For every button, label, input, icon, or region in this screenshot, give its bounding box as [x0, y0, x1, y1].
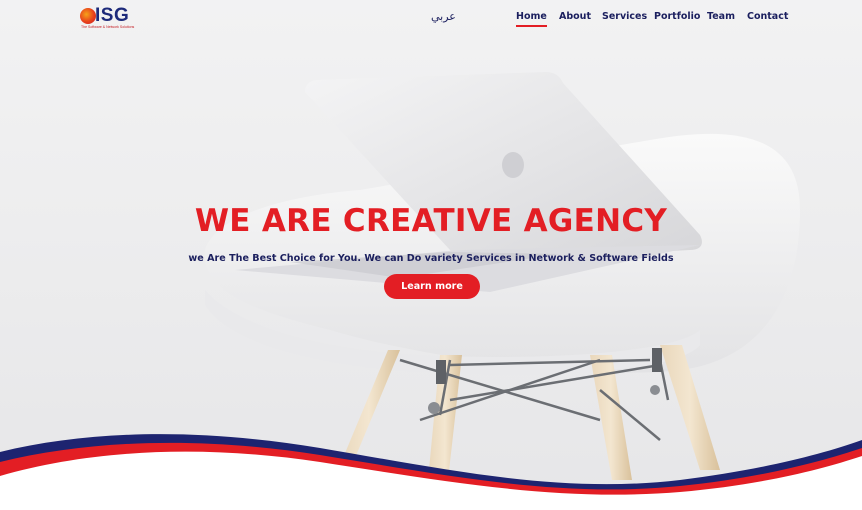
logo-globe-icon [80, 8, 96, 24]
nav-item-portfolio[interactable]: Portfolio [654, 11, 700, 22]
brand-name: ISG [95, 5, 130, 26]
brand-tagline: The Software & Network Solutions [81, 25, 135, 29]
nav-item-home[interactable]: Home [516, 11, 547, 27]
landing-page: ISG The Software & Network Solutions عرب… [0, 0, 862, 510]
hero-subtitle: we Are The Best Choice for You. We can D… [188, 253, 674, 264]
top-navbar: ISG The Software & Network Solutions عرب… [0, 0, 862, 36]
brand-logo[interactable]: ISG The Software & Network Solutions [80, 5, 140, 30]
laptop-logo [502, 152, 524, 178]
nav-item-team[interactable]: Team [707, 11, 735, 22]
nav-item-about[interactable]: About [559, 11, 591, 22]
hero-title: WE ARE CREATIVE AGENCY [194, 203, 668, 239]
language-toggle-link[interactable]: عربي [431, 10, 456, 23]
chair-leg [338, 350, 400, 470]
learn-more-button[interactable]: Learn more [384, 274, 480, 299]
nav-item-contact[interactable]: Contact [747, 11, 788, 22]
nav-item-services[interactable]: Services [602, 11, 647, 22]
